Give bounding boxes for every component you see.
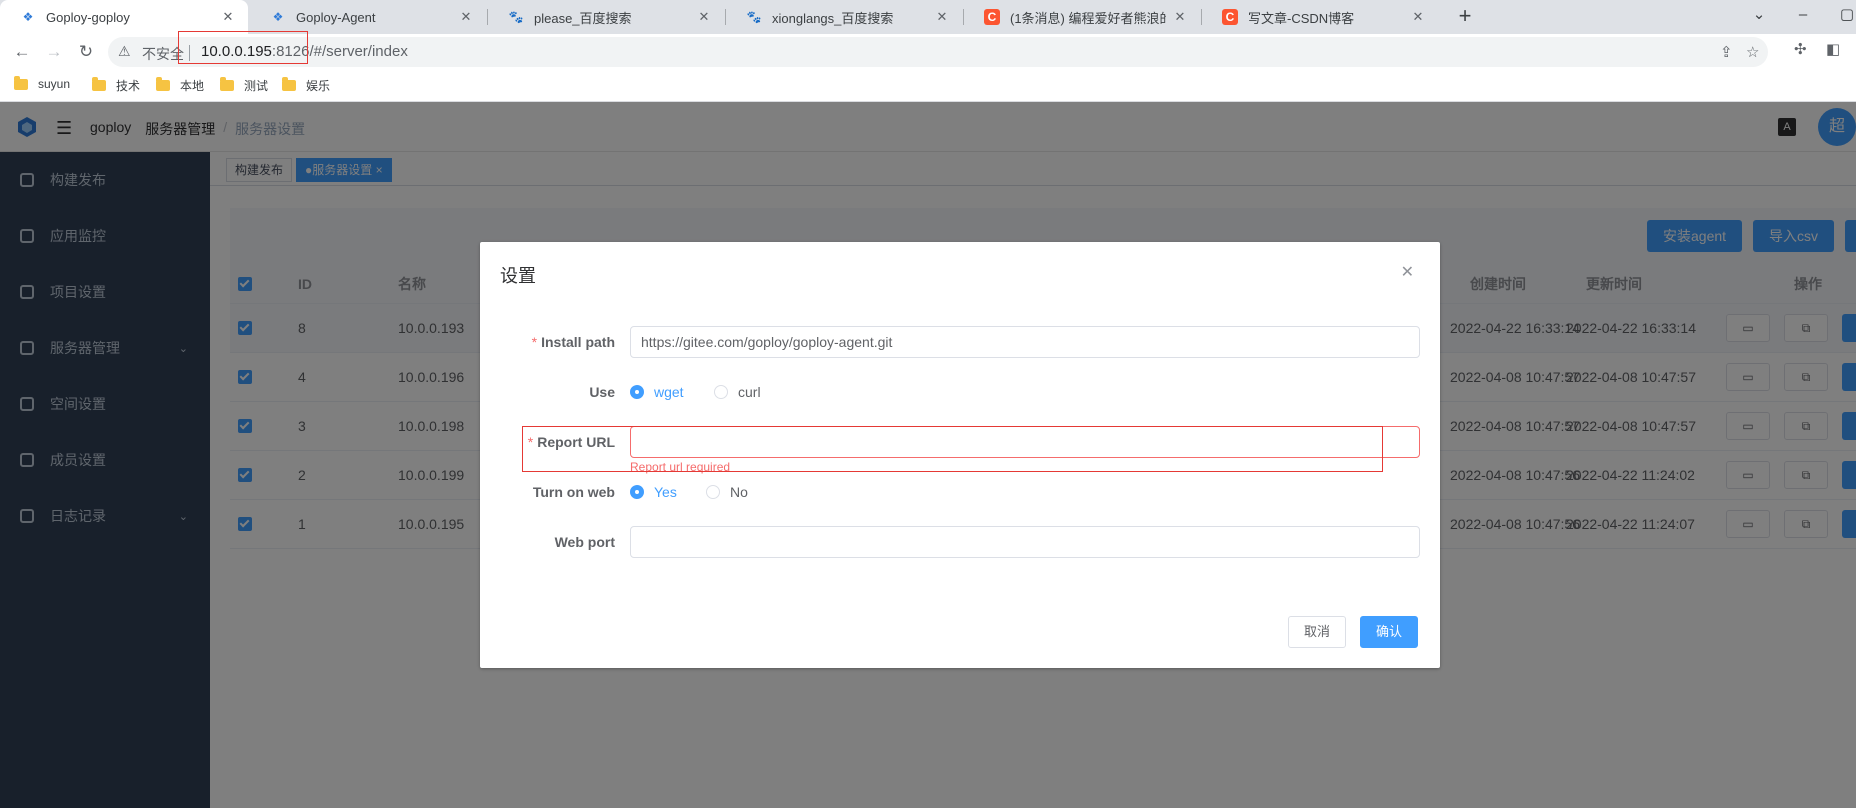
folder-icon xyxy=(156,77,170,91)
browser-tab-goploy-agent[interactable]: ❖ Goploy-Agent ✕ xyxy=(250,0,486,34)
radio-label: curl xyxy=(738,384,761,400)
close-icon[interactable]: ✕ xyxy=(696,9,712,25)
url-omnibox[interactable]: ⚠ 不安全 10.0.0.195:8126/#/server/index ⇪ ☆ xyxy=(108,37,1768,67)
baidu-paw-icon: 🐾 xyxy=(508,10,524,24)
install-path-row: * Install path https://gitee.com/goploy/g… xyxy=(480,326,1440,358)
folder-icon xyxy=(220,77,234,91)
tab-title: 写文章-CSDN博客 xyxy=(1248,10,1355,26)
bookmark-folder[interactable]: 本地 xyxy=(156,77,204,94)
required-asterisk: * xyxy=(531,334,538,350)
maximize-icon[interactable]: ▢ xyxy=(1824,0,1856,34)
share-icon[interactable]: ⇪ xyxy=(1720,43,1733,61)
back-arrow-icon[interactable]: ← xyxy=(10,40,34,64)
turn-on-web-row: Turn on web Yes No xyxy=(480,476,1440,508)
web-no-radio[interactable]: No xyxy=(706,484,748,500)
omnibox-divider xyxy=(189,45,190,61)
report-url-input[interactable] xyxy=(630,426,1420,458)
web-yes-radio[interactable]: Yes xyxy=(630,484,677,500)
close-icon[interactable]: ✕ xyxy=(458,9,474,25)
browser-tab-csdn-messages[interactable]: C (1条消息) 编程爱好者熊浪的博客 ✕ xyxy=(964,0,1200,34)
warning-triangle-icon: ⚠ xyxy=(118,43,131,59)
use-curl-radio[interactable]: curl xyxy=(714,384,761,400)
browser-tab-please[interactable]: 🐾 please_百度搜索 ✕ xyxy=(488,0,724,34)
tab-title: please_百度搜索 xyxy=(534,10,632,26)
tab-title: Goploy-Agent xyxy=(296,9,376,25)
minimize-icon[interactable]: – xyxy=(1780,0,1826,34)
use-row: Use wget curl xyxy=(480,376,1440,408)
turn-on-web-label: Turn on web xyxy=(532,484,615,500)
url-path: /#/server/index xyxy=(309,43,408,60)
install-path-label-text: Install path xyxy=(541,334,615,350)
use-wget-radio[interactable]: wget xyxy=(630,384,684,400)
url-text: 10.0.0.195:8126/#/server/index xyxy=(201,43,408,60)
goploy-logo-icon: ❖ xyxy=(22,10,34,24)
bookmark-folder[interactable]: 娱乐 xyxy=(282,77,330,94)
reload-icon[interactable]: ↻ xyxy=(74,40,98,64)
dialog-title: 设置 xyxy=(500,266,536,286)
bookmark-folder[interactable]: 技术 xyxy=(92,77,140,94)
tab-search-chevron-icon[interactable]: ⌄ xyxy=(1736,0,1782,34)
cancel-button[interactable]: 取消 xyxy=(1288,616,1347,648)
csdn-c-icon: C xyxy=(1222,9,1238,25)
goploy-logo-icon: ❖ xyxy=(272,10,284,24)
folder-icon xyxy=(14,75,28,90)
folder-icon xyxy=(92,77,106,91)
radio-label: wget xyxy=(654,384,684,400)
bookmark-label: 技术 xyxy=(116,79,141,93)
tab-title: xionglangs_百度搜索 xyxy=(772,10,894,26)
install-path-label: * Install path xyxy=(532,326,615,358)
forward-arrow-icon[interactable]: → xyxy=(42,40,66,64)
close-icon[interactable]: ✕ xyxy=(220,9,236,25)
extensions-puzzle-icon[interactable]: ✣ xyxy=(1794,40,1807,58)
tab-title: (1条消息) 编程爱好者熊浪的博客 xyxy=(1010,10,1166,26)
url-port: :8126 xyxy=(271,43,310,60)
web-port-row: Web port xyxy=(480,526,1440,558)
web-port-label: Web port xyxy=(554,534,615,550)
star-bookmark-icon[interactable]: ☆ xyxy=(1746,43,1759,61)
radio-label: No xyxy=(730,484,748,500)
web-port-input[interactable] xyxy=(630,526,1420,558)
radio-dot-icon xyxy=(630,485,644,499)
required-asterisk: * xyxy=(527,434,534,450)
radio-dot-icon xyxy=(714,385,728,399)
bookmarks-bar: suyun 技术 本地 测试 娱乐 xyxy=(0,70,1856,102)
radio-label: Yes xyxy=(654,484,677,500)
radio-dot-icon xyxy=(630,385,644,399)
install-path-input[interactable]: https://gitee.com/goploy/goploy-agent.gi… xyxy=(630,326,1420,358)
baidu-paw-icon: 🐾 xyxy=(746,10,762,24)
browser-tab-csdn-write[interactable]: C 写文章-CSDN博客 ✕ xyxy=(1202,0,1438,34)
report-url-error: Report url required xyxy=(630,460,731,474)
new-tab-plus-icon[interactable]: + xyxy=(1452,4,1478,30)
bookmark-folder[interactable]: suyun xyxy=(14,75,71,91)
confirm-button[interactable]: 确认 xyxy=(1360,616,1419,648)
use-label: Use xyxy=(589,384,615,400)
browser-address-bar: ← → ↻ ⚠ 不安全 10.0.0.195:8126/#/server/ind… xyxy=(0,34,1856,70)
close-icon[interactable]: ✕ xyxy=(1401,262,1414,282)
settings-dialog: 设置 ✕ * Install path https://gitee.com/gop… xyxy=(480,242,1440,668)
bookmark-folder[interactable]: 测试 xyxy=(220,77,268,94)
csdn-c-icon: C xyxy=(984,9,1000,25)
side-panel-icon[interactable]: ◧ xyxy=(1826,40,1840,58)
browser-tab-goploy[interactable]: ❖ Goploy-goploy ✕ xyxy=(0,0,248,34)
bookmark-label: 娱乐 xyxy=(306,79,331,93)
security-label: 不安全 xyxy=(142,46,184,62)
tab-title: Goploy-goploy xyxy=(46,9,130,25)
folder-icon xyxy=(282,77,296,91)
browser-tab-xionglangs[interactable]: 🐾 xionglangs_百度搜索 ✕ xyxy=(726,0,962,34)
browser-tab-strip: ❖ Goploy-goploy ✕ ❖ Goploy-Agent ✕ 🐾 ple… xyxy=(0,0,1856,34)
report-url-label-text: Report URL xyxy=(537,434,615,450)
bookmark-label: suyun xyxy=(38,77,71,91)
close-icon[interactable]: ✕ xyxy=(1410,9,1426,25)
close-icon[interactable]: ✕ xyxy=(934,9,950,25)
url-host: 10.0.0.195 xyxy=(201,43,272,60)
bookmark-label: 测试 xyxy=(244,79,269,93)
report-url-row: * Report URL Report url required xyxy=(480,426,1440,474)
bookmark-label: 本地 xyxy=(180,79,205,93)
radio-dot-icon xyxy=(706,485,720,499)
close-icon[interactable]: ✕ xyxy=(1172,9,1188,25)
report-url-label: * Report URL xyxy=(528,426,615,458)
